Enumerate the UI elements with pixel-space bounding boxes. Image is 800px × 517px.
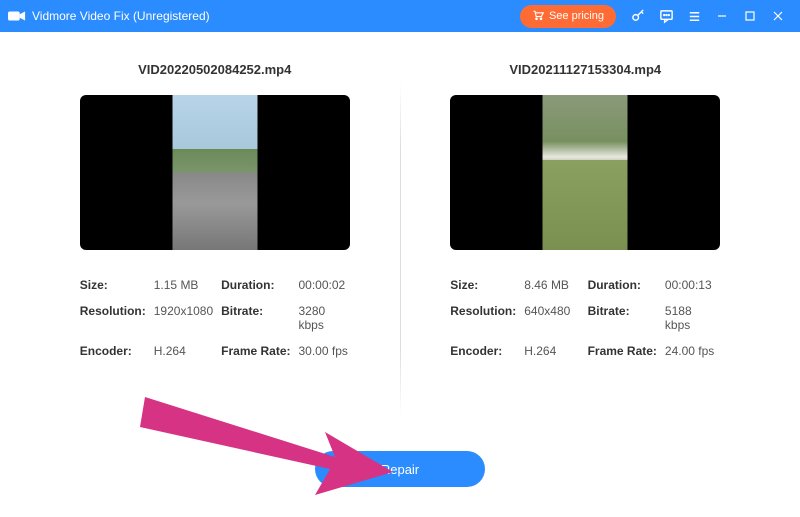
size-value: 8.46 MB [524, 278, 579, 292]
framerate-label: Frame Rate: [588, 344, 657, 358]
source-info-grid: Size: 1.15 MB Duration: 00:00:02 Resolut… [80, 278, 350, 358]
source-filename: VID20220502084252.mp4 [138, 62, 291, 77]
encoder-label: Encoder: [450, 344, 516, 358]
encoder-value: H.264 [524, 344, 579, 358]
close-button[interactable] [764, 0, 792, 32]
main-content: VID20220502084252.mp4 Size: 1.15 MB Dura… [0, 32, 800, 447]
app-logo-icon [8, 9, 26, 23]
sample-thumbnail[interactable] [450, 95, 720, 250]
duration-value: 00:00:13 [665, 278, 720, 292]
framerate-label: Frame Rate: [221, 344, 290, 358]
source-thumbnail[interactable] [80, 95, 350, 250]
feedback-icon[interactable] [656, 6, 676, 26]
sample-thumbnail-image [543, 95, 628, 250]
resolution-label: Resolution: [80, 304, 146, 332]
bitrate-label: Bitrate: [588, 304, 657, 332]
sample-filename: VID20211127153304.mp4 [509, 62, 661, 77]
app-title: Vidmore Video Fix (Unregistered) [32, 9, 210, 23]
framerate-value: 24.00 fps [665, 344, 720, 358]
pricing-label: See pricing [549, 10, 604, 22]
duration-label: Duration: [221, 278, 290, 292]
sample-info-grid: Size: 8.46 MB Duration: 00:00:13 Resolut… [450, 278, 720, 358]
repair-button[interactable]: Repair [315, 451, 485, 487]
resolution-value: 640x480 [524, 304, 579, 332]
size-label: Size: [80, 278, 146, 292]
bitrate-value: 5188 kbps [665, 304, 720, 332]
bitrate-label: Bitrate: [221, 304, 290, 332]
duration-value: 00:00:02 [299, 278, 350, 292]
resolution-value: 1920x1080 [154, 304, 213, 332]
framerate-value: 30.00 fps [299, 344, 350, 358]
size-value: 1.15 MB [154, 278, 213, 292]
titlebar: Vidmore Video Fix (Unregistered) See pri… [0, 0, 800, 32]
cart-icon [532, 9, 544, 24]
encoder-label: Encoder: [80, 344, 146, 358]
size-label: Size: [450, 278, 516, 292]
menu-icon[interactable] [684, 6, 704, 26]
resolution-label: Resolution: [450, 304, 516, 332]
duration-label: Duration: [588, 278, 657, 292]
source-thumbnail-image [172, 95, 257, 250]
see-pricing-button[interactable]: See pricing [520, 5, 616, 28]
maximize-button[interactable] [736, 0, 764, 32]
source-video-panel: VID20220502084252.mp4 Size: 1.15 MB Dura… [30, 62, 400, 437]
bitrate-value: 3280 kbps [299, 304, 350, 332]
key-icon[interactable] [628, 6, 648, 26]
minimize-button[interactable] [708, 0, 736, 32]
footer: Repair [0, 447, 800, 517]
encoder-value: H.264 [154, 344, 213, 358]
sample-video-panel: VID20211127153304.mp4 Size: 8.46 MB Dura… [401, 62, 771, 437]
